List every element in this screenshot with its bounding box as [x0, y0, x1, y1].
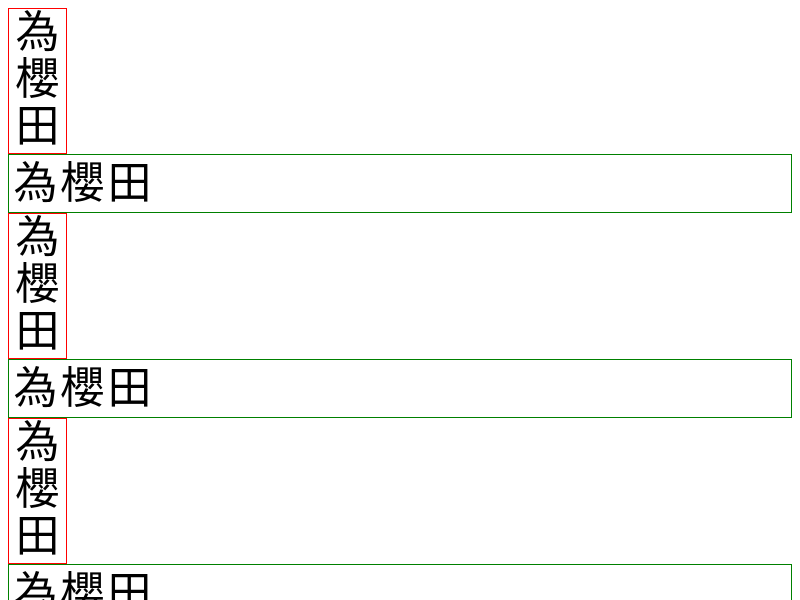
- horizontal-char: 為: [13, 363, 58, 414]
- vertical-char: 櫻: [15, 54, 60, 105]
- vertical-char: 田: [15, 511, 60, 562]
- horizontal-text-box-2: 為 櫻 田: [8, 359, 792, 418]
- vertical-char: 田: [15, 306, 60, 357]
- horizontal-char: 為: [13, 158, 58, 209]
- horizontal-char: 田: [107, 363, 152, 414]
- horizontal-text-box-3: 為 櫻 田: [8, 564, 792, 600]
- horizontal-char: 櫻: [60, 363, 105, 414]
- vertical-char: 為: [15, 212, 60, 263]
- vertical-char: 櫻: [15, 464, 60, 515]
- vertical-char: 櫻: [15, 259, 60, 310]
- vertical-char: 為: [15, 7, 60, 58]
- horizontal-char: 田: [107, 568, 152, 600]
- vertical-text-box-1: 為 櫻 田: [8, 8, 67, 154]
- horizontal-char: 為: [13, 568, 58, 600]
- vertical-text-box-3: 為 櫻 田: [8, 418, 67, 564]
- horizontal-char: 櫻: [60, 568, 105, 600]
- horizontal-char: 櫻: [60, 158, 105, 209]
- text-sample-stack: 為 櫻 田 為 櫻 田 為 櫻 田 為 櫻 田 為 櫻 田 為 櫻 田: [8, 8, 792, 600]
- horizontal-char: 田: [107, 158, 152, 209]
- horizontal-text-box-1: 為 櫻 田: [8, 154, 792, 213]
- vertical-char: 為: [15, 417, 60, 468]
- vertical-text-box-2: 為 櫻 田: [8, 213, 67, 359]
- vertical-char: 田: [15, 101, 60, 152]
